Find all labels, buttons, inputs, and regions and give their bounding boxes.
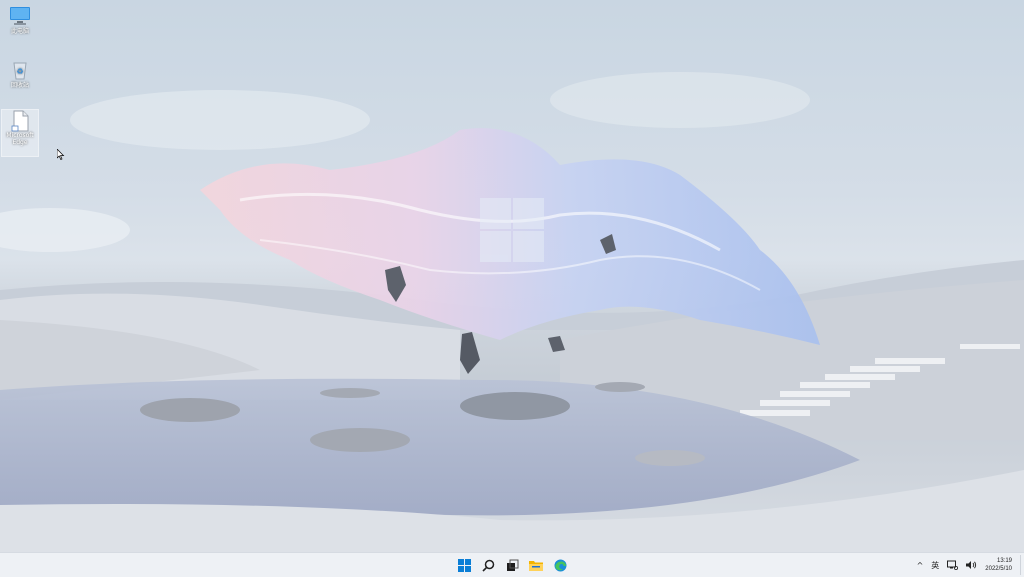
svg-text:♻: ♻ (16, 67, 23, 76)
desktop-icon-label: Microsoft Edge (6, 132, 34, 146)
speaker-icon (966, 561, 977, 569)
taskbar: ^ 英 13:19 2022/5/10 (0, 552, 1024, 577)
wallpaper-art (0, 72, 1024, 552)
network-button[interactable] (947, 560, 959, 570)
desktop-icon-edge-shortcut[interactable]: Microsoft Edge (1, 109, 39, 157)
file-shortcut-icon (9, 110, 31, 132)
task-view-button[interactable] (502, 556, 522, 574)
volume-button[interactable] (966, 560, 977, 570)
computer-icon (9, 6, 31, 26)
input-method-indicator[interactable]: 英 (931, 560, 939, 571)
clock-date: 2022/5/10 (985, 566, 1012, 572)
desktop-icon-this-pc[interactable]: 此电脑 (2, 6, 38, 35)
task-view-icon (506, 559, 518, 571)
recycle-bin-icon: ♻ (9, 60, 31, 80)
search-button[interactable] (478, 556, 498, 574)
taskbar-apps (454, 556, 570, 574)
mouse-cursor-icon (57, 149, 65, 160)
edge-button[interactable] (550, 556, 570, 574)
system-tray: ^ 英 13:19 2022/5/10 (917, 553, 1024, 577)
file-explorer-button[interactable] (526, 556, 546, 574)
show-hidden-icons-button[interactable]: ^ (917, 561, 924, 570)
input-method-label: 英 (931, 560, 940, 570)
clock[interactable]: 13:19 2022/5/10 (985, 557, 1012, 573)
start-button[interactable] (454, 556, 474, 574)
desktop-icon-label: 此电脑 (10, 28, 29, 35)
network-icon (947, 560, 959, 570)
desktop-icon-label: 回收站 (10, 82, 29, 89)
clock-time: 13:19 (996, 558, 1012, 564)
search-icon (481, 559, 494, 572)
show-desktop-button[interactable] (1020, 555, 1024, 575)
chevron-up-icon: ^ (916, 560, 924, 570)
windows-logo-icon (457, 558, 471, 572)
edge-icon (554, 559, 566, 571)
folder-icon (529, 561, 543, 571)
desktop-icon-recycle-bin[interactable]: ♻ 回收站 (2, 60, 38, 89)
desktop-wallpaper (0, 0, 1024, 552)
